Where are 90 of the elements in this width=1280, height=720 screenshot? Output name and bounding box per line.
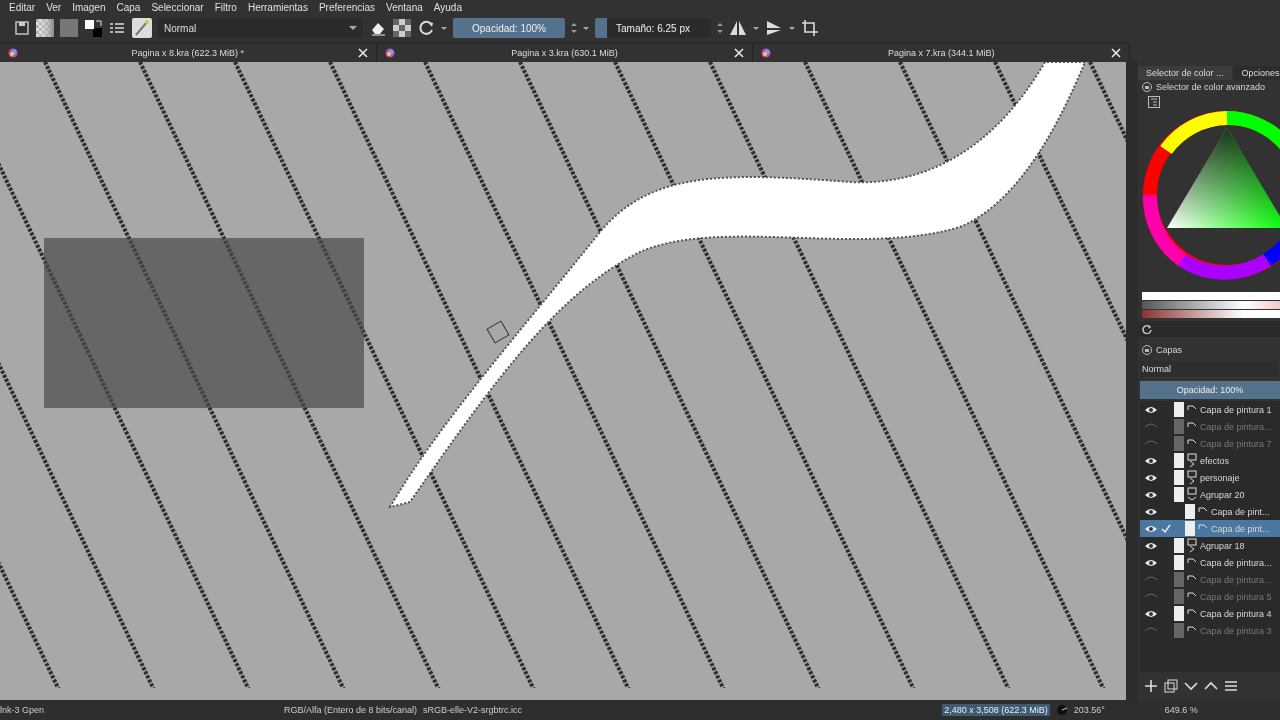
- menu-item[interactable]: Filtro: [214, 1, 237, 13]
- pattern-swatch-icon[interactable]: [60, 19, 78, 37]
- menu-item[interactable]: Editar: [9, 1, 36, 13]
- collapsed-folder-icon[interactable]: [1187, 538, 1197, 553]
- chevron-down-icon[interactable]: [1184, 679, 1198, 693]
- document-tab[interactable]: Pagina x 7.kra (344.1 MiB): [753, 44, 1130, 62]
- menu-item[interactable]: Preferencias: [318, 1, 376, 13]
- mirror-vertical-icon[interactable]: [765, 19, 783, 37]
- collapsed-folder-icon[interactable]: [1187, 453, 1197, 468]
- document-tab[interactable]: Pagina x 3.kra (630.1 MiB): [376, 44, 754, 62]
- blend-mode-dropdown[interactable]: Normal: [1140, 361, 1278, 377]
- app-logo-icon[interactable]: [8, 48, 18, 58]
- layer-row[interactable]: Agrupar 20: [1140, 486, 1280, 503]
- app-logo-icon[interactable]: [384, 48, 395, 58]
- spin-arrows-icon[interactable]: [717, 23, 723, 33]
- layer-thumbnail: [1174, 487, 1184, 502]
- collapsed-folder-icon[interactable]: [1187, 470, 1197, 485]
- lock-icon[interactable]: [1142, 82, 1152, 92]
- layer-thumbnail: [1174, 402, 1184, 417]
- color-space-label: RGB/Alfa (Entero de 8 bits/canal): [284, 705, 418, 715]
- lock-icon[interactable]: [1142, 345, 1152, 355]
- caret-icon[interactable]: [349, 26, 357, 30]
- caret-icon[interactable]: [789, 26, 795, 30]
- menu-item[interactable]: Ver: [46, 1, 62, 13]
- brush-size-slider[interactable]: Tamaño: 6.25 px: [595, 18, 711, 38]
- layer-row[interactable]: personaje: [1140, 469, 1280, 486]
- opacity-slider[interactable]: Opacidad: 100%: [1140, 381, 1280, 399]
- checkerboard-icon[interactable]: [393, 19, 411, 37]
- menu-item[interactable]: Ayuda: [433, 1, 462, 13]
- layer-thumbnail: [1174, 453, 1184, 468]
- layer-thumbnail: [1174, 572, 1184, 587]
- blend-mode-dropdown[interactable]: Normal: [158, 18, 363, 38]
- layer-row[interactable]: Agrupar 18: [1140, 537, 1280, 554]
- zoom-level-label: 649.6 %: [1164, 705, 1198, 715]
- layer-thumbnail: [1185, 521, 1195, 536]
- reload-icon[interactable]: [417, 19, 435, 37]
- docker-tab[interactable]: Opciones: [1233, 66, 1280, 80]
- rotation-icon[interactable]: [1055, 704, 1068, 716]
- settings-icon[interactable]: [1148, 96, 1160, 108]
- layer-row[interactable]: Capa de pintura 4: [1140, 605, 1280, 622]
- docker-title: Capas: [1156, 345, 1182, 355]
- layer-thumbnail: [1174, 538, 1184, 553]
- color-sliders[interactable]: [1142, 292, 1280, 318]
- menu-item[interactable]: Imagen: [72, 1, 106, 13]
- layer-row[interactable]: Capa de pint...: [1140, 503, 1280, 520]
- layer-thumbnail: [1174, 555, 1184, 570]
- reset-icon[interactable]: [1142, 324, 1152, 334]
- docker-tab[interactable]: Selector de color ...: [1138, 66, 1232, 80]
- caret-icon[interactable]: [753, 26, 759, 30]
- layer-thumbnail: [1174, 470, 1184, 485]
- close-icon[interactable]: [357, 48, 368, 58]
- mirror-horizontal-icon[interactable]: [729, 19, 747, 37]
- menu-item[interactable]: Capa: [116, 1, 141, 13]
- add-icon[interactable]: [1144, 679, 1158, 693]
- color-wheel-drawing[interactable]: [1142, 110, 1280, 280]
- layer-thumbnail: [1185, 504, 1195, 519]
- color-swatches-icon[interactable]: [84, 19, 102, 37]
- layer-thumbnail: [1174, 623, 1184, 638]
- brush-name: lnk-3 Gpen: [0, 705, 45, 715]
- duplicate-icon[interactable]: [1164, 679, 1178, 693]
- caret-icon[interactable]: [441, 26, 447, 30]
- close-icon[interactable]: [734, 48, 745, 58]
- check-icon[interactable]: [1161, 523, 1171, 534]
- app-logo-icon[interactable]: [761, 48, 772, 58]
- layer-row[interactable]: Capa de pintura...: [1140, 554, 1280, 571]
- spin-arrows-icon[interactable]: [571, 23, 577, 33]
- layer-row[interactable]: efectos: [1140, 452, 1280, 469]
- options-icon[interactable]: [1224, 679, 1238, 693]
- menu-item[interactable]: Seleccionar: [151, 1, 204, 13]
- rotation-angle-label: 203.56°: [1073, 705, 1105, 715]
- opacity-slider[interactable]: Opacidad: 100%: [453, 18, 565, 38]
- menu-item[interactable]: Herramientas: [247, 1, 308, 13]
- docker-title: Selector de color avanzado: [1156, 82, 1266, 92]
- layer-thumbnail: [1174, 606, 1184, 621]
- save-icon[interactable]: [14, 20, 30, 36]
- brush-icon[interactable]: [132, 18, 152, 38]
- caret-icon[interactable]: [583, 26, 589, 30]
- crop-icon[interactable]: [801, 19, 819, 37]
- gradient-swatch-icon[interactable]: [36, 19, 54, 37]
- list-icon[interactable]: [108, 20, 126, 36]
- layer-thumbnail: [1174, 419, 1184, 434]
- menu-item[interactable]: Ventana: [386, 1, 423, 13]
- layer-thumbnail: [1174, 436, 1184, 451]
- expanded-folder-icon[interactable]: [1187, 487, 1197, 502]
- color-profile-label: sRGB-elle-V2-srgbtrc.icc: [423, 705, 523, 715]
- close-icon[interactable]: [1111, 48, 1121, 58]
- layer-row[interactable]: Capa de pintura 1: [1140, 401, 1280, 418]
- image-size-label: 2,480 x 3,508 (622.3 MiB): [942, 704, 1050, 716]
- layer-thumbnail: [1174, 589, 1184, 604]
- document-tab[interactable]: Pagina x 8.kra (622.3 MiB) *: [0, 44, 377, 62]
